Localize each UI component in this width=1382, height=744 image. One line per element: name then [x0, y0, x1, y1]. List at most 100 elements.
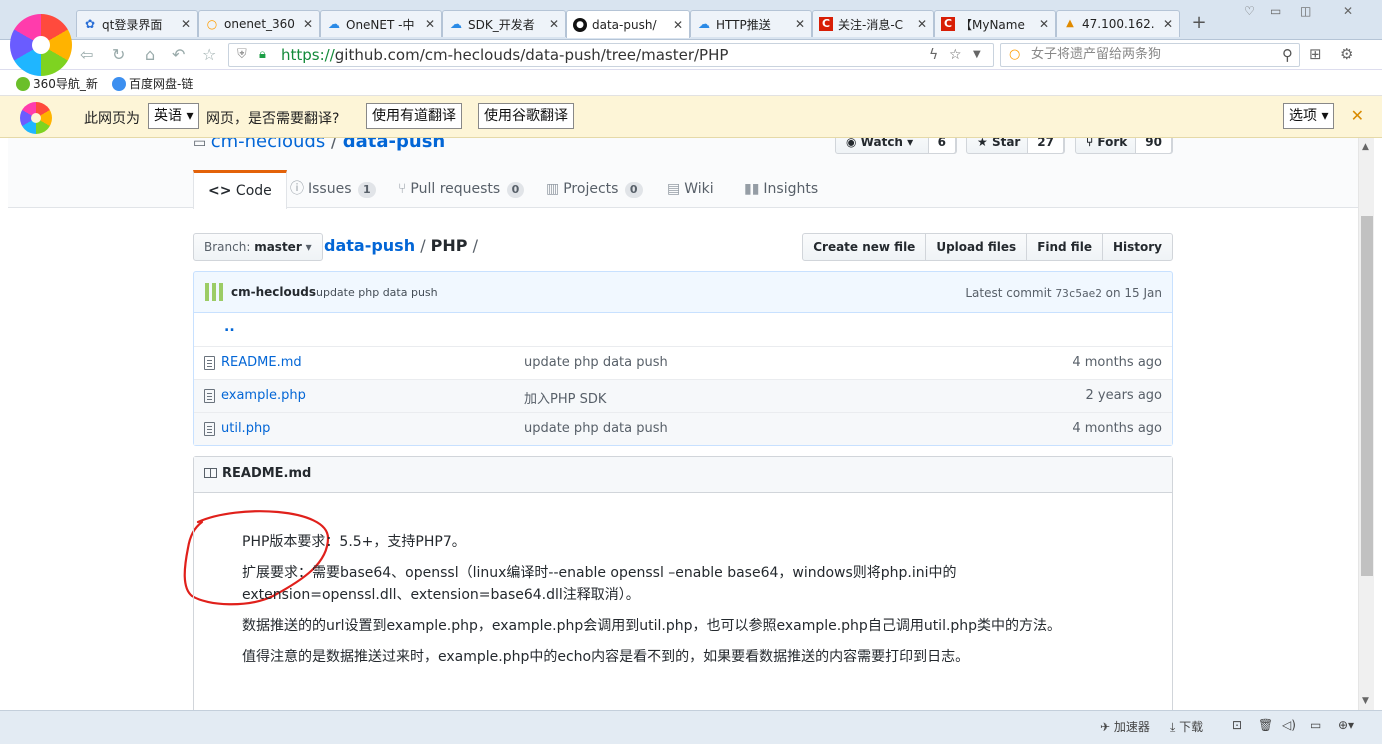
lightning-icon[interactable]: ϟ	[929, 44, 938, 66]
magnifier-icon[interactable]: ⚲	[1282, 44, 1293, 66]
dropdown-icon[interactable]: ▼	[973, 44, 981, 66]
browser-tab[interactable]: C 关注-消息-C ✕	[812, 10, 934, 37]
tab-code[interactable]: <> Code	[193, 170, 287, 209]
language-select[interactable]: 英语 ▾	[148, 103, 200, 129]
commit-sha[interactable]: 73c5ae2	[1055, 287, 1101, 300]
browser-tab[interactable]: ☁ SDK_开发者 ✕	[442, 10, 566, 37]
star-icon[interactable]: ☆	[949, 44, 962, 66]
back-icon[interactable]: ⇦	[80, 45, 93, 64]
star-button[interactable]: ★ Star 27	[966, 138, 1065, 154]
new-tab-button[interactable]: +	[1184, 12, 1214, 36]
paw-icon: ✿	[84, 17, 96, 31]
repo-owner-link[interactable]: cm-heclouds	[211, 138, 326, 152]
star-count[interactable]: 27	[1027, 138, 1064, 154]
find-file-button[interactable]: Find file	[1026, 233, 1103, 261]
screenshot-icon[interactable]: ⊡	[1232, 718, 1242, 732]
repo-icon: ▭	[193, 138, 211, 151]
latest-commit-bar: cm-heclouds update php data push Latest …	[193, 271, 1173, 313]
close-window-icon[interactable]: ✕	[1343, 4, 1353, 18]
close-icon[interactable]: ✕	[425, 17, 435, 31]
close-icon[interactable]: ✕	[795, 17, 805, 31]
csdn-icon: C	[819, 17, 833, 31]
favorite-icon[interactable]: ☆	[202, 45, 216, 64]
file-navigation: Branch: master ▾ data-push / PHP / Creat…	[193, 233, 1173, 261]
baidu-pan-icon	[112, 77, 126, 91]
browser-tab[interactable]: ✿ qt登录界面 ✕	[76, 10, 198, 37]
file-link[interactable]: util.php	[221, 421, 270, 436]
watch-count[interactable]: 6	[927, 138, 956, 154]
tab-issues[interactable]: ⓘ Issues 1	[290, 170, 376, 209]
browser-tab[interactable]: ▲ 47.100.162. ✕	[1056, 10, 1180, 37]
issue-icon: ⓘ	[290, 181, 304, 197]
bookmark-item[interactable]: 百度网盘-链	[112, 75, 193, 92]
zoom-icon[interactable]: ⊕▾	[1338, 718, 1354, 732]
accelerator-button[interactable]: ✈ 加速器	[1100, 718, 1150, 735]
upload-files-button[interactable]: Upload files	[925, 233, 1028, 261]
file-commit-message[interactable]: update php data push	[524, 355, 668, 370]
bookmark-bar: 360导航_新 百度网盘-链	[0, 70, 1382, 96]
close-icon[interactable]: ✕	[549, 17, 559, 31]
browser-logo[interactable]	[10, 14, 72, 76]
download-button[interactable]: ⤓ 下载	[1170, 718, 1203, 735]
close-icon[interactable]: ✕	[673, 18, 683, 32]
scroll-down-icon[interactable]: ▼	[1362, 696, 1369, 706]
fork-button[interactable]: ⑂ Fork 90	[1075, 138, 1173, 154]
scrollbar-thumb[interactable]	[1361, 216, 1373, 576]
tab-wiki[interactable]: ▤ Wiki	[667, 170, 714, 209]
browser-tab[interactable]: ☁ HTTP推送 ✕	[690, 10, 812, 37]
file-commit-message[interactable]: 加入PHP SDK	[524, 388, 606, 407]
history-button[interactable]: History	[1101, 233, 1173, 261]
translate-options-button[interactable]: 选项 ▾	[1283, 103, 1335, 129]
breadcrumb: data-push / PHP /	[324, 236, 478, 255]
repo-name-link[interactable]: data-push	[343, 138, 445, 152]
branch-select[interactable]: Branch: master ▾	[193, 233, 323, 261]
readme-paragraph: PHP版本要求：5.5+，支持PHP7。	[242, 534, 466, 550]
parent-dir-link[interactable]: ..	[224, 319, 235, 335]
tools-icon[interactable]: ⚙	[1340, 45, 1353, 63]
file-commit-message[interactable]: update php data push	[524, 421, 668, 436]
fork-count[interactable]: 90	[1135, 138, 1172, 154]
bookmark-item[interactable]: 360导航_新	[16, 75, 98, 92]
window-icon[interactable]: ▭	[1310, 718, 1321, 732]
google-translate-button[interactable]: 使用谷歌翻译	[478, 103, 574, 129]
avatar[interactable]	[205, 283, 223, 301]
file-link[interactable]: example.php	[221, 388, 306, 403]
maximize-icon[interactable]: ◫	[1300, 4, 1311, 18]
file-icon	[204, 389, 215, 403]
home-icon[interactable]: ⌂	[145, 45, 155, 64]
close-icon[interactable]: ✕	[917, 17, 927, 31]
commit-message[interactable]: update php data push	[316, 286, 438, 299]
shield-icon: ⛨	[237, 47, 247, 62]
watch-button[interactable]: ◉ Watch ▾ 6	[835, 138, 957, 154]
browser-tab-active[interactable]: ● data-push/ ✕	[566, 10, 690, 38]
tab-pull-requests[interactable]: ⑂ Pull requests 0	[398, 170, 525, 209]
minimize-icon[interactable]: ▭	[1270, 4, 1281, 18]
fork-icon: ⑂	[1086, 138, 1094, 149]
tab-projects[interactable]: ▥ Projects 0	[546, 170, 643, 209]
tab-insights[interactable]: ▮▮ Insights	[744, 170, 818, 209]
close-icon[interactable]: ✕	[181, 17, 191, 31]
close-icon[interactable]: ✕	[1163, 17, 1173, 31]
youdao-translate-button[interactable]: 使用有道翻译	[366, 103, 462, 129]
close-icon[interactable]: ✕	[1351, 106, 1364, 125]
search-input[interactable]: ○ 女子将遗产留给两条狗 ⚲	[1000, 43, 1300, 67]
create-file-button[interactable]: Create new file	[802, 233, 927, 261]
grid-icon[interactable]: ⊞	[1309, 45, 1322, 63]
sound-icon[interactable]: ◁)	[1282, 718, 1296, 732]
browser-tab[interactable]: ☁ OneNET -中 ✕	[320, 10, 442, 37]
close-icon[interactable]: ✕	[303, 17, 313, 31]
breadcrumb-repo-link[interactable]: data-push	[324, 236, 415, 255]
url-input[interactable]: ⛨ 🔒︎ https://github.com/cm-heclouds/data…	[228, 43, 994, 67]
browser-tab[interactable]: ○ onenet_360 ✕	[198, 10, 320, 37]
undo-icon[interactable]: ↶	[172, 45, 185, 64]
refresh-icon[interactable]: ↻	[112, 45, 125, 64]
trash-icon[interactable]: 🗑︎	[1258, 718, 1273, 732]
browser-tab[interactable]: C 【MyName ✕	[934, 10, 1056, 37]
file-link[interactable]: README.md	[221, 355, 302, 370]
scroll-up-icon[interactable]: ▲	[1362, 142, 1369, 152]
close-icon[interactable]: ✕	[1039, 17, 1049, 31]
commit-author[interactable]: cm-heclouds	[231, 285, 316, 299]
star-icon: ★	[977, 138, 988, 149]
vertical-scrollbar[interactable]: ▲ ▼	[1358, 138, 1374, 710]
skin-icon[interactable]: ♡	[1244, 4, 1255, 18]
